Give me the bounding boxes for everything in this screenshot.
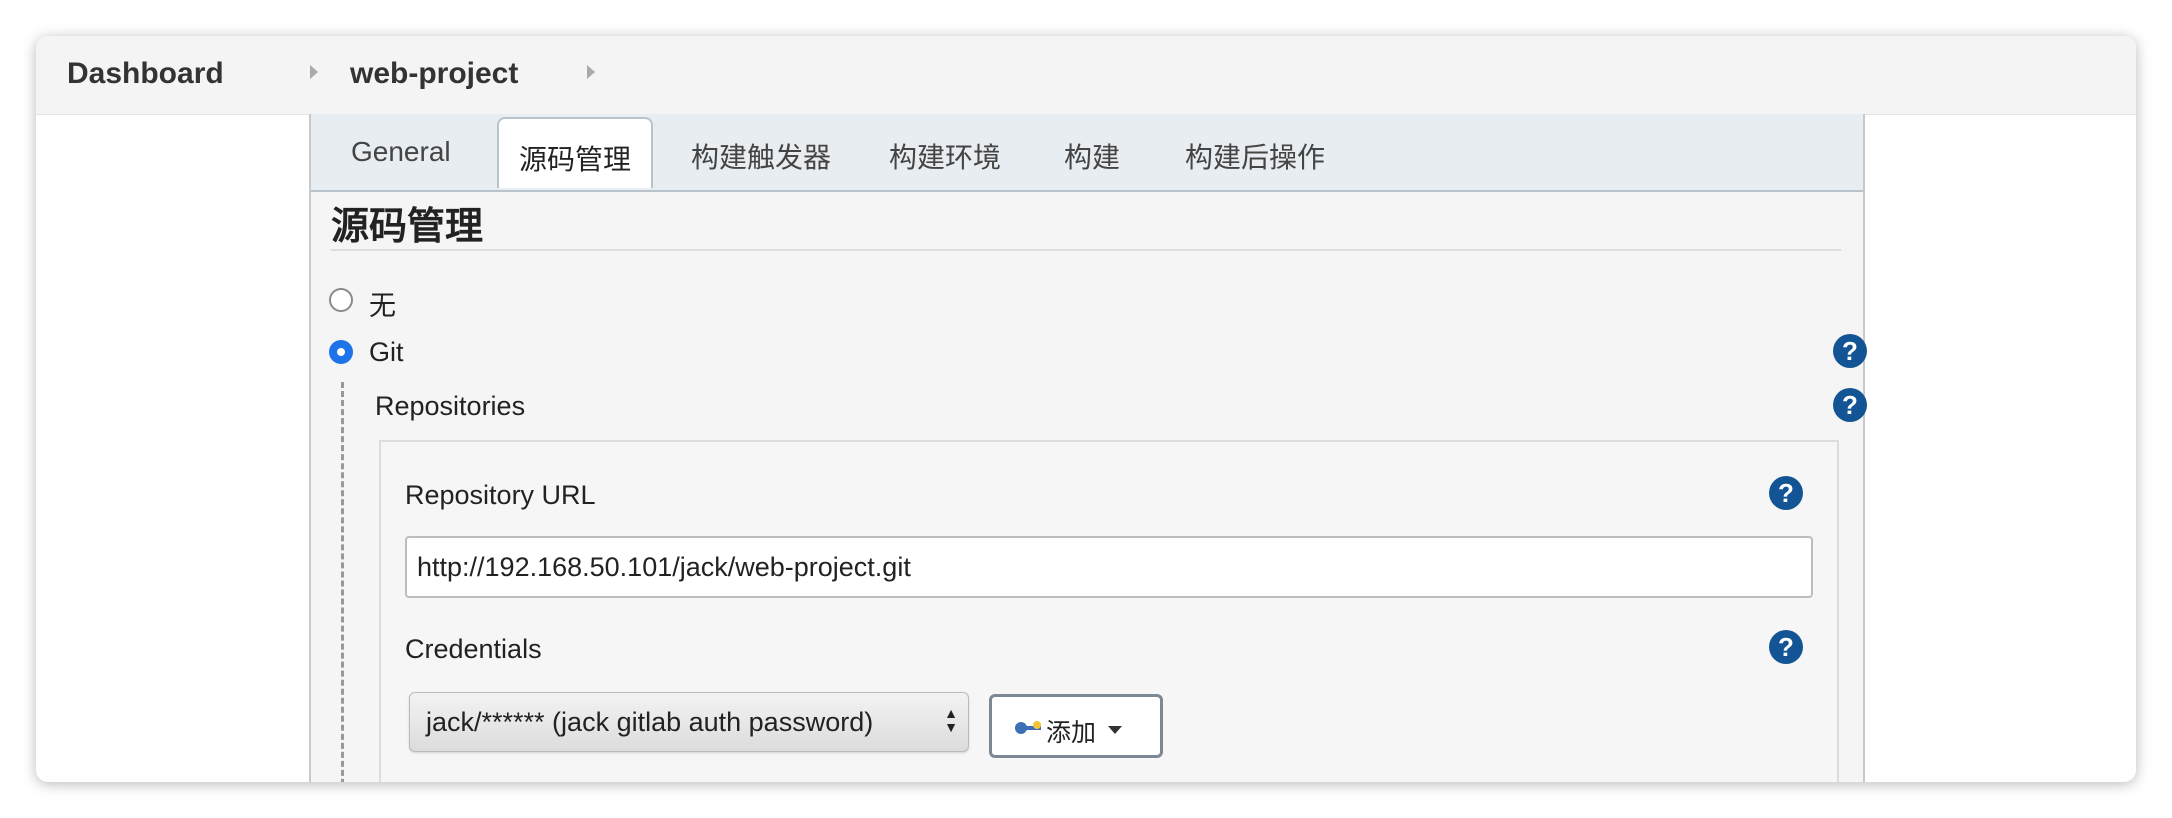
tab-build[interactable]: 构建 — [1064, 136, 1120, 176]
breadcrumb-dashboard[interactable]: Dashboard — [67, 57, 224, 91]
tab-build-triggers[interactable]: 构建触发器 — [691, 136, 831, 176]
section-divider — [331, 249, 1841, 251]
help-icon[interactable]: ? — [1833, 334, 1867, 368]
credentials-label: Credentials — [405, 634, 542, 664]
help-icon[interactable]: ? — [1769, 476, 1803, 510]
tab-general[interactable]: General — [351, 136, 451, 168]
repository-url-label: Repository URL — [405, 480, 596, 510]
app-window: Dashboard web-project General 源码管理 构建触发器… — [36, 36, 2136, 782]
help-icon[interactable]: ? — [1833, 388, 1867, 422]
caret-down-icon — [1108, 726, 1122, 734]
git-group-line — [341, 382, 344, 782]
add-credentials-button[interactable]: 添加 — [989, 694, 1163, 758]
radio-none[interactable] — [329, 288, 353, 312]
key-icon — [1015, 721, 1041, 734]
breadcrumb: Dashboard web-project — [36, 36, 2136, 115]
tab-scm[interactable]: 源码管理 — [497, 117, 654, 188]
repository-url-input[interactable] — [405, 536, 1813, 598]
credentials-select[interactable]: jack/****** (jack gitlab auth password) … — [409, 692, 969, 752]
repository-box: Repository URL ? Credentials ? jack/****… — [379, 440, 1839, 782]
tab-build-environment[interactable]: 构建环境 — [889, 136, 1001, 176]
tab-bar: General 源码管理 构建触发器 构建环境 构建 构建后操作 — [311, 114, 1863, 192]
section-title: 源码管理 — [331, 206, 484, 248]
radio-none-label: 无 — [369, 291, 396, 321]
breadcrumb-web-project[interactable]: web-project — [350, 57, 518, 91]
add-button-label: 添加 — [1046, 719, 1097, 747]
credentials-selected-value: jack/****** (jack gitlab auth password) — [426, 707, 874, 737]
chevron-right-icon[interactable] — [310, 65, 318, 79]
repositories-label: Repositories — [375, 391, 526, 421]
radio-git-label: Git — [369, 337, 404, 367]
config-panel: General 源码管理 构建触发器 构建环境 构建 构建后操作 源码管理 无 … — [309, 114, 1867, 782]
chevron-right-icon[interactable] — [587, 65, 595, 79]
select-arrows-icon: ▲ ▼ — [944, 705, 958, 735]
help-icon[interactable]: ? — [1769, 630, 1803, 664]
radio-git[interactable] — [329, 340, 353, 364]
tab-post-build[interactable]: 构建后操作 — [1185, 136, 1325, 176]
